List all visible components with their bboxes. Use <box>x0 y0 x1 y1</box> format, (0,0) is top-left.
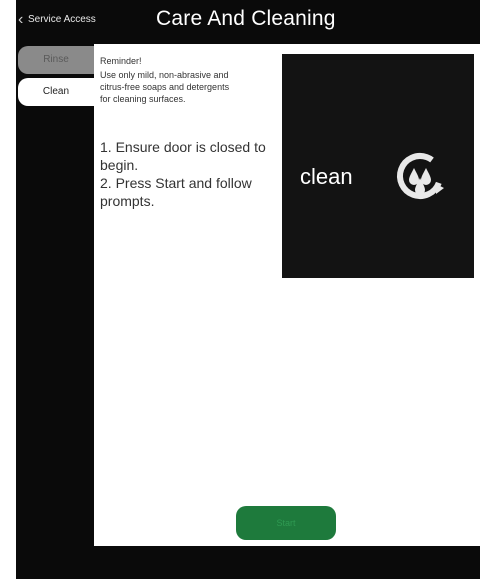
start-button[interactable]: Start <box>236 506 336 540</box>
sidebar: Rinse Clean <box>16 44 94 544</box>
tab-clean[interactable]: Clean <box>18 78 94 106</box>
app-frame: ‹ Service Access Care And Cleaning Rinse… <box>16 0 480 579</box>
bottom-bar <box>16 546 480 579</box>
back-button[interactable]: Service Access <box>28 14 96 25</box>
reminder-line: citrus-free soaps and detergents <box>100 82 230 92</box>
step-1: 1. Ensure door is closed to begin. <box>100 139 266 173</box>
top-bar: ‹ Service Access Care And Cleaning <box>16 0 480 44</box>
reminder-text: Use only mild, non-abrasive and citrus-f… <box>100 69 278 105</box>
content-panel: Reminder! Use only mild, non-abrasive an… <box>94 44 480 546</box>
step-2: 2. Press Start and follow prompts. <box>100 175 252 209</box>
tab-rinse[interactable]: Rinse <box>18 46 94 74</box>
reminder-line: Use only mild, non-abrasive and <box>100 70 229 80</box>
clean-cycle-icon <box>397 153 444 199</box>
reminder-title: Reminder! <box>100 56 142 66</box>
media-word: clean <box>300 164 353 189</box>
instruction-steps: 1. Ensure door is closed to begin. 2. Pr… <box>100 138 280 210</box>
page-title: Care And Cleaning <box>156 7 336 30</box>
instruction-image: clean <box>282 54 474 278</box>
reminder-line: for cleaning surfaces. <box>100 94 186 104</box>
